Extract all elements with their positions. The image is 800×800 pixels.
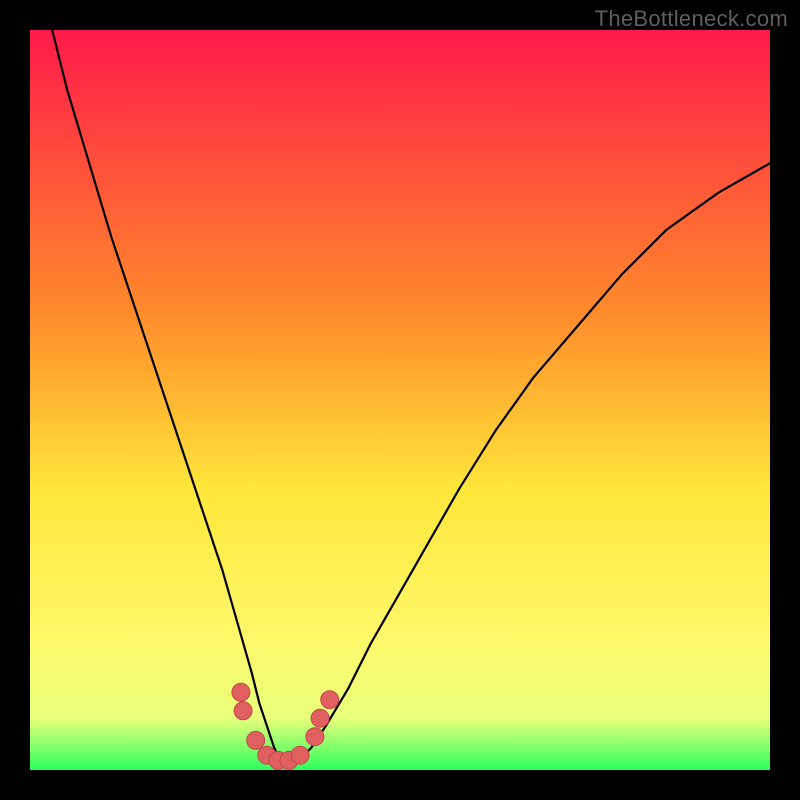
data-point-marker (247, 731, 265, 749)
data-point-marker (311, 709, 329, 727)
gradient-background (30, 30, 770, 770)
data-point-marker (291, 746, 309, 764)
data-point-marker (234, 702, 252, 720)
data-point-marker (306, 728, 324, 746)
data-point-marker (232, 683, 250, 701)
chart-svg (30, 30, 770, 770)
chart-frame: TheBottleneck.com (0, 0, 800, 800)
watermark-text: TheBottleneck.com (595, 6, 788, 32)
plot-area (30, 30, 770, 770)
data-point-marker (321, 691, 339, 709)
